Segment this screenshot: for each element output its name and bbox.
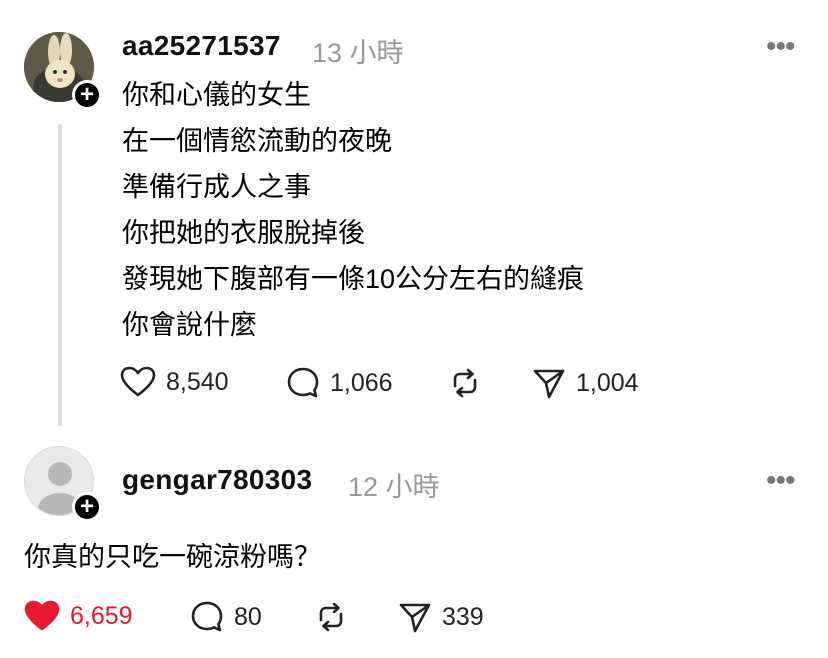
post-line: 發現她下腹部有一條10公分左右的縫痕: [122, 264, 585, 294]
heart-icon: [120, 366, 156, 397]
like-button[interactable]: 6,659: [24, 600, 133, 632]
comment-icon: [191, 601, 223, 632]
heart-icon: [24, 600, 60, 631]
follow-plus-button[interactable]: +: [72, 492, 102, 522]
like-count: 8,540: [166, 367, 229, 396]
comment-icon: [287, 367, 319, 398]
send-icon: [533, 369, 565, 399]
plus-icon: +: [79, 493, 94, 520]
comment-button[interactable]: 80: [190, 600, 262, 634]
post-line: 你和心儀的女生: [122, 80, 311, 110]
like-count: 6,659: [70, 601, 133, 630]
share-count: 339: [442, 602, 484, 631]
repost-button[interactable]: [448, 366, 482, 400]
repost-button[interactable]: [314, 600, 348, 634]
comment-count: 1,066: [330, 368, 393, 397]
like-button[interactable]: 8,540: [120, 366, 229, 398]
plus-icon: +: [79, 81, 94, 108]
post-line: 在一個情慾流動的夜晚: [122, 126, 392, 156]
send-icon: [399, 603, 431, 633]
repost-icon: [319, 602, 343, 632]
share-count: 1,004: [576, 368, 639, 397]
reply-text: 你真的只吃一碗涼粉嗎？: [24, 542, 321, 572]
reply-username[interactable]: gengar780303: [122, 464, 312, 496]
post-body: 你和心儀的女生 在一個情慾流動的夜晚 準備行成人之事 你把她的衣服脫掉後 發現她…: [122, 72, 584, 348]
post-line: 你把她的衣服脫掉後: [122, 218, 365, 248]
share-button[interactable]: 1,004: [532, 366, 639, 400]
post-time: 13 小時: [312, 38, 404, 68]
post-username[interactable]: aa25271537: [122, 30, 281, 62]
repost-icon: [453, 368, 477, 398]
comment-count: 80: [234, 602, 262, 631]
more-icon[interactable]: •••: [766, 32, 795, 62]
follow-plus-button[interactable]: +: [72, 80, 102, 110]
reply-time: 12 小時: [348, 472, 440, 502]
share-button[interactable]: 339: [398, 600, 484, 634]
more-icon[interactable]: •••: [766, 466, 795, 496]
comment-button[interactable]: 1,066: [286, 366, 393, 400]
thread-line: [58, 124, 62, 426]
post-line: 準備行成人之事: [122, 172, 311, 202]
post-line: 你會說什麼: [122, 310, 257, 340]
